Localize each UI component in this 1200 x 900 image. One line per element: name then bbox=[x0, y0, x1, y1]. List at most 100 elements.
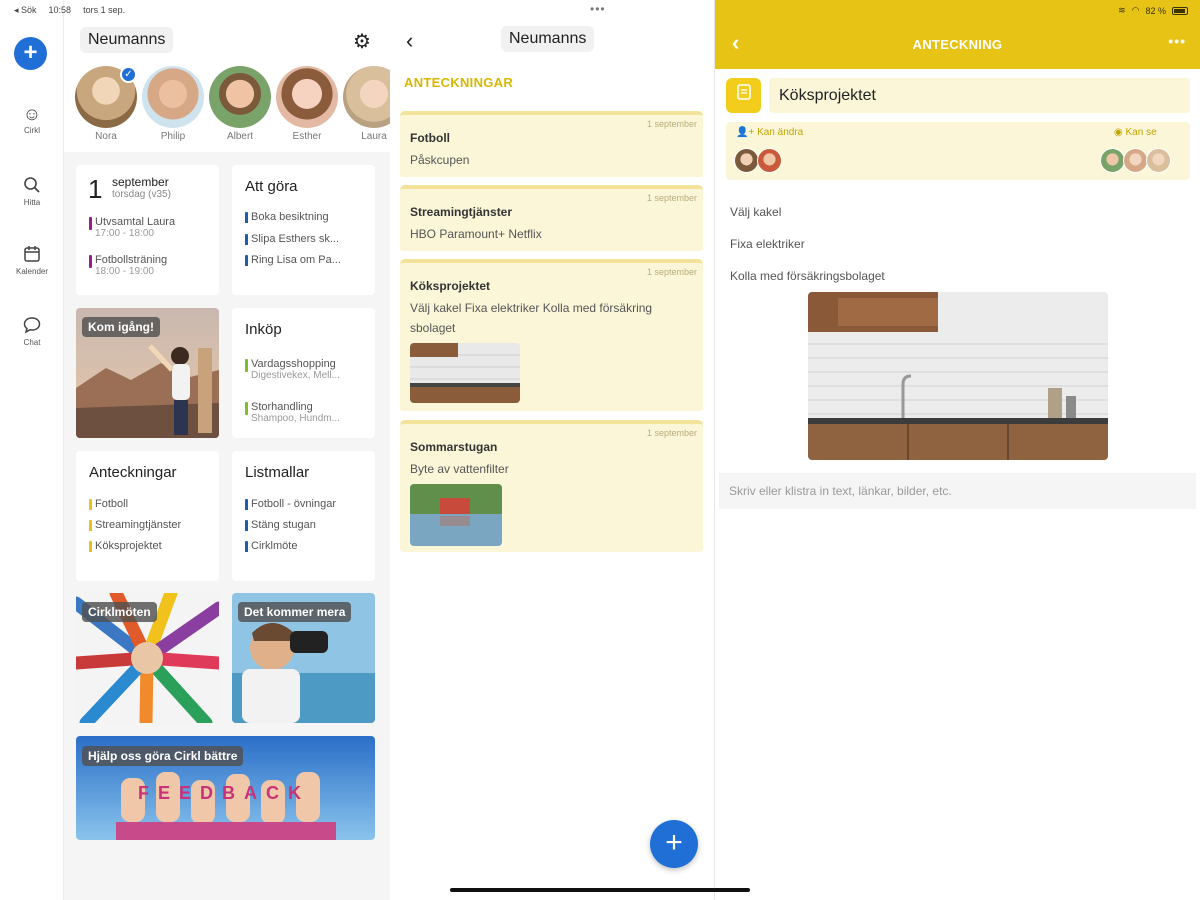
card-title: Listmallar bbox=[245, 464, 310, 481]
note-detail-pane: ‹ ANTECKNING ••• Köksprojektet 👤+ Kan än… bbox=[715, 0, 1200, 900]
list-item[interactable]: Fotboll - övningar bbox=[245, 498, 369, 510]
note-item[interactable]: 1 september Streamingtjänster HBO Paramo… bbox=[400, 185, 703, 251]
note-body: Byte av vattenfilter bbox=[410, 462, 509, 476]
section-label: ANTECKNINGAR bbox=[404, 75, 514, 90]
smiley-icon: ☺ bbox=[22, 104, 42, 124]
rail-item-hitta[interactable]: Hitta bbox=[0, 176, 64, 207]
list-title: Storhandling bbox=[251, 401, 313, 413]
event-time: 18:00 - 19:00 bbox=[95, 266, 154, 277]
list-title: Vardagsshopping bbox=[251, 358, 336, 370]
rail-item-cirkl[interactable]: ☺ Cirkl bbox=[0, 104, 64, 135]
note-title: Streamingtjänster bbox=[410, 205, 513, 219]
calendar-month: september bbox=[112, 175, 169, 189]
rail-item-chat[interactable]: Chat bbox=[0, 316, 64, 347]
status-date: tors 1 sep. bbox=[83, 5, 126, 15]
list-item[interactable]: Köksprojektet bbox=[89, 540, 213, 552]
calendar-day: 1 bbox=[88, 174, 103, 204]
calendar-event[interactable]: Fotbollsträning 18:00 - 19:00 bbox=[89, 254, 211, 286]
list-item[interactable]: Ring Lisa om Pa... bbox=[245, 254, 369, 266]
circle-meetings-label: Cirklmöten bbox=[82, 602, 157, 622]
permissions-box: 👤+ Kan ändra ◉ Kan se bbox=[726, 122, 1190, 180]
templates-card[interactable]: Listmallar Fotboll - övningar Stäng stug… bbox=[232, 451, 375, 581]
avatar[interactable]: ✓ Nora bbox=[74, 66, 138, 142]
calendar-card[interactable]: 1 september torsdag (v35) Utvsamtal Laur… bbox=[76, 165, 219, 295]
headphones-icon: ◠ bbox=[1131, 5, 1140, 15]
calendar-event[interactable]: Utvsamtal Laura 17:00 - 18:00 bbox=[89, 216, 211, 248]
group-title[interactable]: Neumanns bbox=[80, 27, 174, 53]
note-line[interactable]: Välj kakel bbox=[730, 205, 781, 219]
todo-card[interactable]: Att göra Boka besiktning Slipa Esthers s… bbox=[232, 165, 375, 295]
feedback-word: FEEDBACK bbox=[138, 783, 311, 803]
card-title: Anteckningar bbox=[89, 464, 177, 481]
note-title-field[interactable]: Köksprojektet bbox=[769, 78, 1190, 113]
back-to-app-link[interactable]: ◂ Sök bbox=[14, 5, 37, 16]
rail-item-kalender[interactable]: Kalender bbox=[0, 245, 64, 276]
avatar[interactable]: Esther bbox=[275, 66, 339, 142]
chat-icon bbox=[0, 316, 64, 336]
list-item[interactable]: Boka besiktning bbox=[245, 211, 369, 223]
multitask-dots-icon[interactable]: ••• bbox=[590, 2, 606, 16]
avatar[interactable]: Philip bbox=[141, 66, 205, 142]
can-edit-label: Kan ändra bbox=[757, 127, 804, 138]
note-thumbnail bbox=[410, 343, 520, 403]
can-edit-section[interactable]: 👤+ Kan ändra bbox=[736, 127, 803, 138]
status-bar-left: ◂ Sök 10:58 tors 1 sep. bbox=[14, 5, 125, 16]
note-item[interactable]: 1 september Fotboll Påskcupen bbox=[400, 111, 703, 177]
event-title: Fotbollsträning bbox=[95, 254, 168, 266]
dashboard-pane: Neumanns ⚙ ✓ Nora Philip Albert Esther L… bbox=[64, 0, 390, 900]
member-avatars: ✓ Nora Philip Albert Esther Laura bbox=[74, 66, 390, 146]
list-item[interactable]: Cirklmöte bbox=[245, 540, 369, 552]
note-item[interactable]: 1 september Sommarstugan Byte av vattenf… bbox=[400, 420, 703, 552]
more-options-icon[interactable]: ••• bbox=[1168, 33, 1186, 49]
avatar-image bbox=[276, 66, 338, 128]
get-started-label: Kom igång! bbox=[82, 317, 160, 337]
list-item[interactable]: Stäng stugan bbox=[245, 519, 369, 531]
note-input[interactable]: Skriv eller klistra in text, länkar, bil… bbox=[719, 473, 1196, 509]
gear-icon[interactable]: ⚙ bbox=[353, 29, 371, 54]
battery-icon bbox=[1172, 6, 1188, 15]
circle-meetings-card[interactable]: Cirklmöten bbox=[76, 593, 219, 723]
get-started-card[interactable]: Kom igång! bbox=[76, 308, 219, 438]
note-item[interactable]: 1 september Köksprojektet Välj kakel Fix… bbox=[400, 259, 703, 411]
avatar bbox=[757, 148, 782, 173]
nav-rail: + ☺ Cirkl Hitta Kalender Chat bbox=[0, 0, 64, 900]
rail-label: Chat bbox=[23, 338, 41, 347]
more-coming-card[interactable]: Det kommer mera bbox=[232, 593, 375, 723]
card-title: Att göra bbox=[245, 178, 298, 195]
feedback-banner[interactable]: Hjälp oss göra Cirkl bättre FEEDBACK bbox=[76, 736, 375, 840]
can-view-section[interactable]: ◉ Kan se bbox=[1114, 127, 1157, 138]
status-time: 10:58 bbox=[48, 5, 72, 15]
eye-icon: ◉ bbox=[1114, 127, 1123, 138]
shopping-card[interactable]: Inköp Vardagsshopping Digestivekex, Mell… bbox=[232, 308, 375, 438]
note-thumbnail bbox=[410, 484, 502, 546]
add-button[interactable]: + bbox=[14, 37, 47, 70]
rail-label: Hitta bbox=[23, 198, 41, 207]
add-person-icon: 👤+ bbox=[736, 127, 755, 138]
note-line[interactable]: Kolla med försäkringsbolaget bbox=[730, 269, 885, 283]
note-date: 1 september bbox=[646, 119, 697, 129]
rail-label: Kalender bbox=[15, 267, 49, 276]
list-item[interactable]: Vardagsshopping Digestivekex, Mell... bbox=[245, 358, 369, 390]
note-line[interactable]: Fixa elektriker bbox=[730, 237, 805, 251]
notes-card[interactable]: Anteckningar Fotboll Streamingtjänster K… bbox=[76, 451, 219, 581]
wifi-icon: ≋ bbox=[1118, 5, 1126, 15]
note-body: Välj kakel Fixa elektriker Kolla med för… bbox=[410, 301, 653, 335]
back-chevron-icon[interactable]: ‹ bbox=[406, 28, 413, 54]
note-date: 1 september bbox=[646, 428, 697, 438]
home-indicator bbox=[450, 888, 750, 892]
list-item[interactable]: Fotboll bbox=[89, 498, 213, 510]
detail-header-title: ANTECKNING bbox=[912, 37, 1003, 52]
card-title: Inköp bbox=[245, 321, 282, 338]
avatar bbox=[1146, 148, 1171, 173]
avatar[interactable]: Laura bbox=[342, 66, 390, 142]
kitchen-image[interactable] bbox=[808, 292, 1108, 460]
group-title[interactable]: Neumanns bbox=[501, 26, 595, 52]
list-item[interactable]: Slipa Esthers sk... bbox=[245, 233, 369, 245]
add-note-button[interactable]: + bbox=[650, 820, 698, 868]
note-body: Påskcupen bbox=[410, 153, 470, 167]
battery-percent: 82 % bbox=[1145, 5, 1166, 16]
list-item[interactable]: Storhandling Shampoo, Hundm... bbox=[245, 401, 369, 433]
avatar[interactable]: Albert bbox=[208, 66, 272, 142]
event-time: 17:00 - 18:00 bbox=[95, 228, 154, 239]
list-item[interactable]: Streamingtjänster bbox=[89, 519, 213, 531]
